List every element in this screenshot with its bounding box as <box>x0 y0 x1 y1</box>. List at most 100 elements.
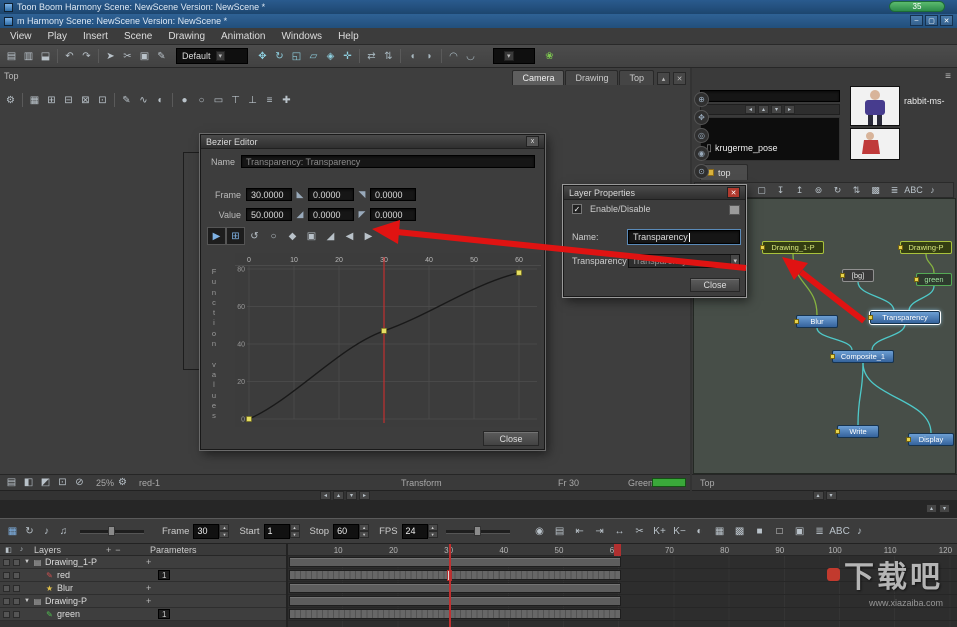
caption-icon[interactable]: ABC <box>904 182 923 198</box>
scroll-up-icon[interactable]: ▴ <box>333 491 344 500</box>
close-icon[interactable]: x <box>526 136 539 147</box>
lock-icon[interactable]: ⊡ <box>94 92 111 108</box>
sound-scrub-icon[interactable]: ♫ <box>55 523 72 539</box>
flatten-icon[interactable]: ≡ <box>261 92 278 108</box>
fps-value[interactable]: 24 <box>401 523 428 539</box>
bezier-editor-dialog[interactable]: Bezier Editor x Name Transparency: Trans… <box>199 133 546 451</box>
rectangle-tool-icon[interactable]: ▭ <box>210 92 227 108</box>
settings-icon[interactable]: ⚙ <box>114 475 131 491</box>
pan-tool-icon[interactable]: ✥ <box>694 110 709 125</box>
title-bar[interactable]: Toon Boom Harmony Scene: NewScene Versio… <box>0 0 957 14</box>
row-lock-toggle[interactable] <box>13 597 20 605</box>
transparency-function-dropdown[interactable]: Transparency <box>628 254 740 268</box>
navigator-icon[interactable]: ⊚ <box>809 182 828 198</box>
library-item[interactable]: ▯ krugerme_pose <box>703 140 777 156</box>
mark-in-icon[interactable]: ⇤ <box>570 523 590 539</box>
flip-horizontal-icon[interactable]: ⇄ <box>363 48 380 64</box>
spin-up-icon[interactable] <box>289 524 300 531</box>
render-view-icon[interactable]: ❀ <box>541 48 558 64</box>
reset-view-icon[interactable]: ⊠ <box>77 92 94 108</box>
prev-keyframe-icon[interactable]: ◀ <box>340 227 359 245</box>
add-parameter-button[interactable]: + <box>146 583 151 593</box>
timeline-track-green[interactable] <box>288 608 957 621</box>
pencil-icon[interactable]: ✎ <box>118 92 135 108</box>
skew-icon[interactable]: ▱ <box>305 48 322 64</box>
undo-icon[interactable]: ↶ <box>61 48 78 64</box>
function-name-field[interactable]: Transparency: Transparency <box>241 155 535 168</box>
close-button[interactable]: Close <box>483 431 539 446</box>
title-bar-inner[interactable]: m Harmony Scene: NewScene Version: NewSc… <box>0 14 957 28</box>
ungroup-icon[interactable]: ▢ <box>752 182 771 198</box>
spin-up-icon[interactable] <box>427 524 438 531</box>
scroll-down-icon[interactable]: ▾ <box>771 105 782 114</box>
row-visibility-toggle[interactable] <box>3 610 10 618</box>
play-function-button[interactable]: ▶ <box>207 227 226 245</box>
copy-curve-icon[interactable]: ▣ <box>302 227 321 245</box>
row-lock-toggle[interactable] <box>13 558 20 566</box>
scroll-left-icon[interactable]: ◂ <box>745 105 756 114</box>
expand-arrow-icon[interactable]: ▼ <box>22 598 32 604</box>
antialias-icon[interactable]: ≣ <box>885 182 904 198</box>
camera-mask-icon[interactable]: ◉ <box>530 523 550 539</box>
node-hscrollbar[interactable]: ▴ ▾ <box>692 490 957 500</box>
spin-down-icon[interactable] <box>219 531 230 538</box>
thumbnail-icon[interactable]: ▤ <box>550 523 570 539</box>
orbit-tool-icon[interactable]: ◎ <box>694 128 709 143</box>
dialog-title-bar[interactable]: Layer Properties ✕ <box>564 186 745 200</box>
layout-icon[interactable]: ⊙ <box>694 164 709 179</box>
add-keyframe-icon[interactable]: K+ <box>650 523 670 539</box>
exposure-value[interactable]: 1 <box>158 570 171 580</box>
disable-icon[interactable]: ⊘ <box>71 475 88 491</box>
exposure-block[interactable] <box>289 583 621 593</box>
white-bg-icon[interactable]: □ <box>770 523 790 539</box>
add-stroke-icon[interactable]: ✚ <box>278 92 295 108</box>
render-mode-icon[interactable]: ▦ <box>4 523 21 539</box>
pose-thumbnail-2[interactable] <box>850 128 900 160</box>
camera-hscrollbar[interactable]: ◂ ▴ ▾ ▸ <box>0 490 690 500</box>
fps-spinner[interactable]: 24 <box>401 523 438 539</box>
tab-camera[interactable]: Camera <box>512 70 565 85</box>
close-view-icon[interactable]: ✕ <box>673 72 686 85</box>
frame-value-field[interactable]: 30.0000 <box>246 188 292 201</box>
node-write[interactable]: Write <box>835 425 879 438</box>
row-lock-toggle[interactable] <box>13 571 20 579</box>
ellipse-tool-icon[interactable]: ○ <box>193 92 210 108</box>
flip-vertical-icon[interactable]: ⇅ <box>380 48 397 64</box>
node-blur[interactable]: Blur <box>794 315 838 328</box>
panel-menu-icon[interactable]: ≡ <box>945 71 951 82</box>
enter-group-icon[interactable]: ↧ <box>771 182 790 198</box>
add-parameter-button[interactable]: + <box>146 596 151 606</box>
outline-icon[interactable]: ▣ <box>790 523 810 539</box>
scroll-right-icon[interactable]: ▸ <box>784 105 795 114</box>
close-button[interactable]: Close <box>690 278 740 292</box>
open-scene-icon[interactable]: ▥ <box>20 48 37 64</box>
pattern-icon[interactable]: ▩ <box>730 523 750 539</box>
camera-icon[interactable]: ◉ <box>694 146 709 161</box>
menu-view[interactable]: View <box>2 29 40 44</box>
black-bg-icon[interactable]: ■ <box>750 523 770 539</box>
spin-up-icon[interactable] <box>219 524 230 531</box>
transform-icon[interactable]: ✛ <box>339 48 356 64</box>
menu-scene[interactable]: Scene <box>116 29 160 44</box>
start-spinner[interactable]: 1 <box>263 523 300 539</box>
tab-top[interactable]: Top <box>619 70 654 85</box>
scroll-down-icon[interactable]: ▾ <box>825 491 837 500</box>
row-lock-toggle[interactable] <box>13 610 20 618</box>
volume-slider[interactable] <box>80 525 144 537</box>
caption-icon[interactable]: ABC <box>829 523 850 539</box>
row-visibility-toggle[interactable] <box>3 558 10 566</box>
row-visibility-toggle[interactable] <box>3 584 10 592</box>
reset-view-icon[interactable]: ↺ <box>245 227 264 245</box>
translate-icon[interactable]: ✥ <box>254 48 271 64</box>
value-value-field[interactable]: 50.0000 <box>246 208 292 221</box>
exposure-block[interactable] <box>289 570 621 580</box>
row-visibility-toggle[interactable] <box>3 597 10 605</box>
slider-thumb[interactable] <box>108 526 115 536</box>
right-handle-field[interactable]: 0.0000 <box>370 208 416 221</box>
redo-icon[interactable]: ↷ <box>78 48 95 64</box>
node-transparency[interactable]: Transparency <box>868 310 941 325</box>
timeline-layer-red[interactable]: ✎ red 1 <box>0 569 286 582</box>
align-bottom-icon[interactable]: ⊥ <box>244 92 261 108</box>
circle-tool-icon[interactable]: ● <box>176 92 193 108</box>
left-handle-field[interactable]: 0.0000 <box>308 188 354 201</box>
